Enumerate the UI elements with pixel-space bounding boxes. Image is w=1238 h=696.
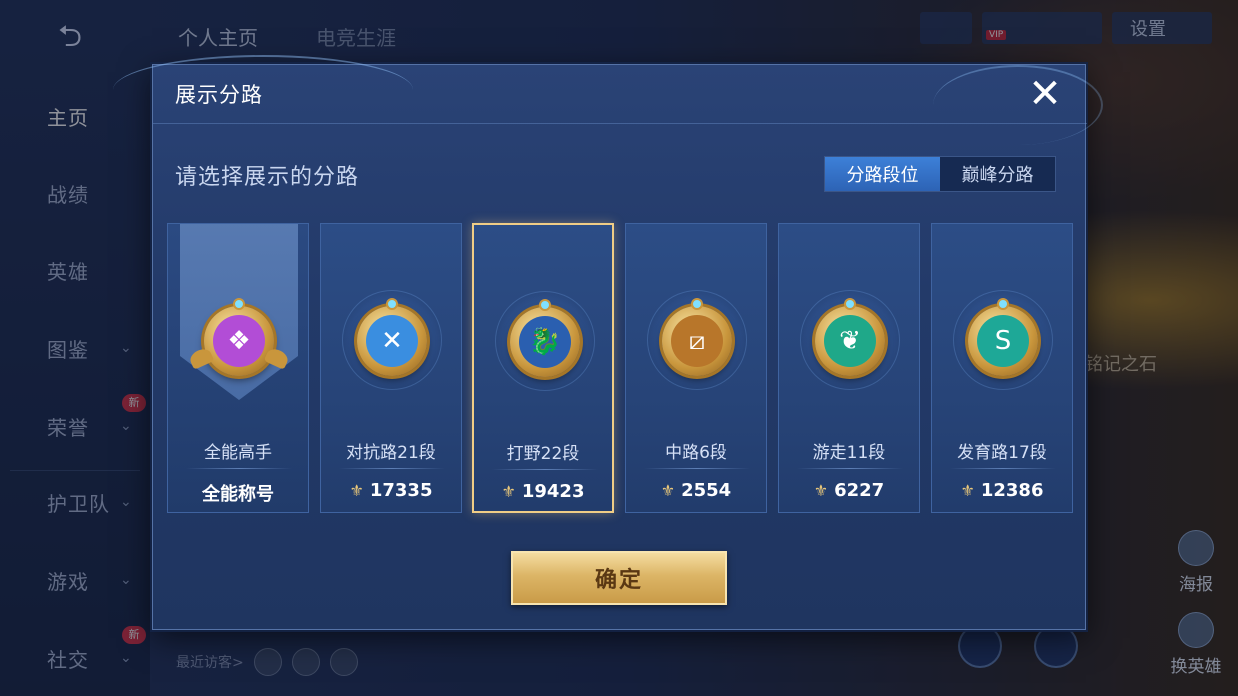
- mid-lane-emblem-icon: ⧄: [662, 298, 732, 376]
- lane-card-name: 发育路17段: [957, 443, 1047, 463]
- peak-score-icon: ⚜: [813, 481, 829, 500]
- emblem-gem: [844, 298, 856, 310]
- emblem-gem: [386, 298, 398, 310]
- lane-card-jungle[interactable]: 🐉 打野22段 ⚜ 19423: [472, 223, 614, 513]
- farm-lane-emblem-icon: S: [968, 298, 1038, 376]
- emblem-core: ⧄: [671, 315, 723, 367]
- card-divider: [492, 469, 598, 470]
- lane-card-list: ❖ 全能高手 全能称号 ✕ 对抗路21段 ⚜ 17335 🐉 打野22段 ⚜ 1…: [167, 223, 1073, 515]
- dialog-title: 展示分路: [175, 83, 263, 107]
- confirm-button[interactable]: 确定: [511, 551, 727, 605]
- tab-peak-lane[interactable]: 巅峰分路: [940, 157, 1055, 191]
- tab-lane-rank[interactable]: 分路段位: [825, 157, 940, 191]
- emblem-glyph: ❖: [227, 326, 251, 356]
- dialog-subtitle: 请选择展示的分路: [175, 165, 360, 190]
- lane-card-mid[interactable]: ⧄ 中路6段 ⚜ 2554: [625, 223, 767, 513]
- lane-card-value-text: 6227: [834, 480, 885, 501]
- jungle-dragon-emblem-icon: 🐉: [510, 299, 580, 377]
- lane-card-name: 全能高手: [204, 443, 272, 463]
- emblem-glyph: S: [994, 326, 1012, 356]
- emblem-glyph: ❦: [839, 326, 861, 356]
- lane-card-value: ⚜ 2554: [626, 480, 766, 501]
- lane-card-name: 对抗路21段: [346, 443, 436, 463]
- lane-card-roam[interactable]: ❦ 游走11段 ⚜ 6227: [778, 223, 920, 513]
- lane-card-clash[interactable]: ✕ 对抗路21段 ⚜ 17335: [320, 223, 462, 513]
- lane-card-value: 全能称号: [168, 480, 308, 506]
- decorative-swirl: [113, 55, 413, 125]
- peak-score-icon: ⚜: [501, 482, 516, 501]
- peak-score-icon: ⚜: [349, 481, 364, 500]
- clash-lane-emblem-icon: ✕: [357, 298, 427, 376]
- lane-card-all-round[interactable]: ❖ 全能高手 全能称号: [167, 223, 309, 513]
- card-divider: [797, 468, 903, 469]
- card-divider: [950, 468, 1056, 469]
- lane-card-value-text: 19423: [521, 481, 585, 502]
- lane-card-value: ⚜ 12386: [932, 480, 1072, 501]
- lane-card-name: 中路6段: [665, 443, 727, 463]
- emblem-gem: [691, 298, 703, 310]
- emblem-gem: [233, 298, 245, 310]
- emblem-gem: [539, 299, 551, 311]
- emblem-core: ❖: [213, 315, 265, 367]
- emblem-core: ✕: [366, 315, 418, 367]
- peak-score-icon: ⚜: [960, 481, 975, 500]
- emblem-gem: [997, 298, 1009, 310]
- title-divider: [153, 123, 1087, 124]
- lane-card-value-text: 2554: [681, 480, 732, 501]
- lane-display-dialog: 展示分路 ✕ 请选择展示的分路 分路段位 巅峰分路 ❖ 全能高手 全能称号 ✕: [113, 55, 1103, 630]
- roam-wings-emblem-icon: ❦: [815, 298, 885, 376]
- lane-card-value-text: 12386: [980, 480, 1044, 501]
- close-icon[interactable]: ✕: [1025, 74, 1065, 115]
- lane-card-value: ⚜ 19423: [474, 481, 612, 502]
- emblem-core: 🐉: [519, 316, 571, 368]
- all-round-emblem-icon: ❖: [187, 298, 291, 376]
- peak-score-icon: ⚜: [660, 481, 676, 500]
- emblem-glyph: 🐉: [528, 327, 562, 357]
- emblem-glyph: ✕: [381, 326, 403, 356]
- emblem-glyph: ⧄: [688, 325, 706, 356]
- emblem-core: ❦: [824, 315, 876, 367]
- lane-card-name: 打野22段: [506, 444, 580, 464]
- emblem-core: S: [977, 315, 1029, 367]
- decorative-swirl: [933, 65, 1103, 145]
- lane-card-value: ⚜ 6227: [779, 480, 919, 501]
- card-divider: [644, 468, 750, 469]
- lane-card-value-text: 全能称号: [202, 484, 274, 505]
- lane-card-value-text: 17335: [369, 480, 433, 501]
- card-divider: [339, 468, 445, 469]
- lane-type-segment: 分路段位 巅峰分路: [824, 156, 1056, 192]
- lane-card-name: 游走11段: [812, 443, 886, 463]
- card-divider: [186, 468, 292, 469]
- lane-card-farm[interactable]: S 发育路17段 ⚜ 12386: [931, 223, 1073, 513]
- lane-card-value: ⚜ 17335: [321, 480, 461, 501]
